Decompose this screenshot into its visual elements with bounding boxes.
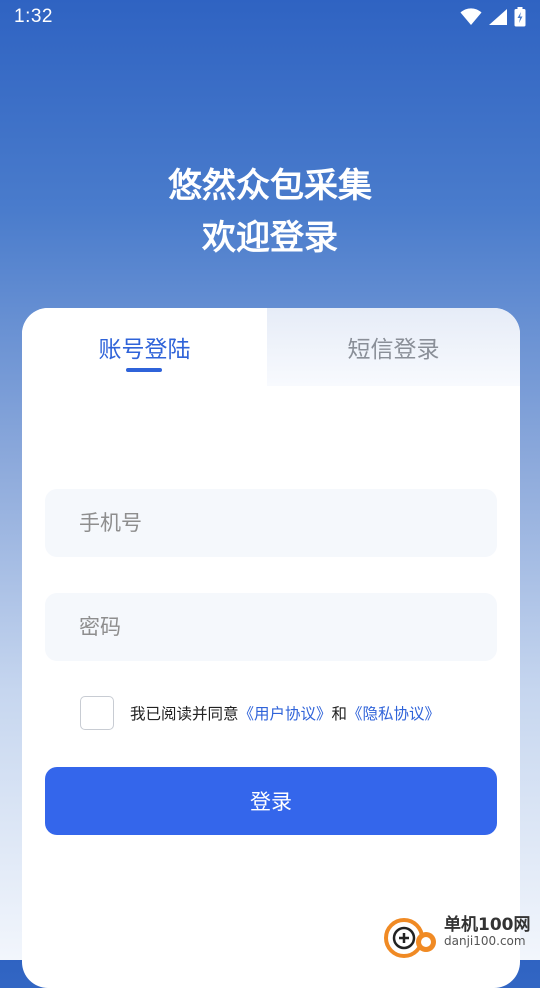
status-icons [460, 7, 526, 31]
watermark-domain: danji100.com [444, 934, 526, 948]
welcome-text: 欢迎登录 [202, 218, 338, 258]
watermark-name: 单机100网 [444, 915, 531, 935]
agreement-conjunction: 和 [331, 705, 348, 723]
user-agreement-link[interactable]: 《用户协议》 [239, 705, 332, 723]
phone-input[interactable] [45, 489, 497, 557]
page-title: 悠然众包采集 欢迎登录 [0, 160, 540, 264]
status-bar: 1:32 [0, 0, 540, 36]
password-input[interactable] [45, 593, 497, 661]
status-time: 1:32 [14, 6, 53, 27]
privacy-policy-link[interactable]: 《隐私协议》 [347, 705, 440, 723]
battery-icon [514, 7, 526, 31]
login-button[interactable]: 登录 [45, 767, 497, 835]
login-tabs: 账号登陆 短信登录 [22, 308, 520, 386]
agreement-prefix: 我已阅读并同意 [130, 705, 239, 723]
watermark: 单机100网 danji100.com [380, 908, 540, 960]
app-name: 悠然众包采集 [168, 166, 372, 206]
wifi-icon [460, 8, 482, 30]
tab-sms-login[interactable]: 短信登录 [267, 308, 520, 386]
tab-sms-login-label: 短信登录 [347, 337, 440, 363]
active-tab-indicator [126, 368, 162, 372]
tab-account-login-label: 账号登陆 [98, 337, 191, 363]
login-card: 账号登陆 短信登录 我已阅读并同意《用户协议》和《隐私协议》 登录 [22, 308, 520, 988]
agreement-checkbox[interactable] [80, 696, 114, 730]
agreement-text: 我已阅读并同意《用户协议》和《隐私协议》 [130, 702, 440, 724]
agreement-row: 我已阅读并同意《用户协议》和《隐私协议》 [80, 696, 440, 730]
signal-icon [488, 8, 508, 30]
tab-account-login[interactable]: 账号登陆 [22, 308, 267, 386]
